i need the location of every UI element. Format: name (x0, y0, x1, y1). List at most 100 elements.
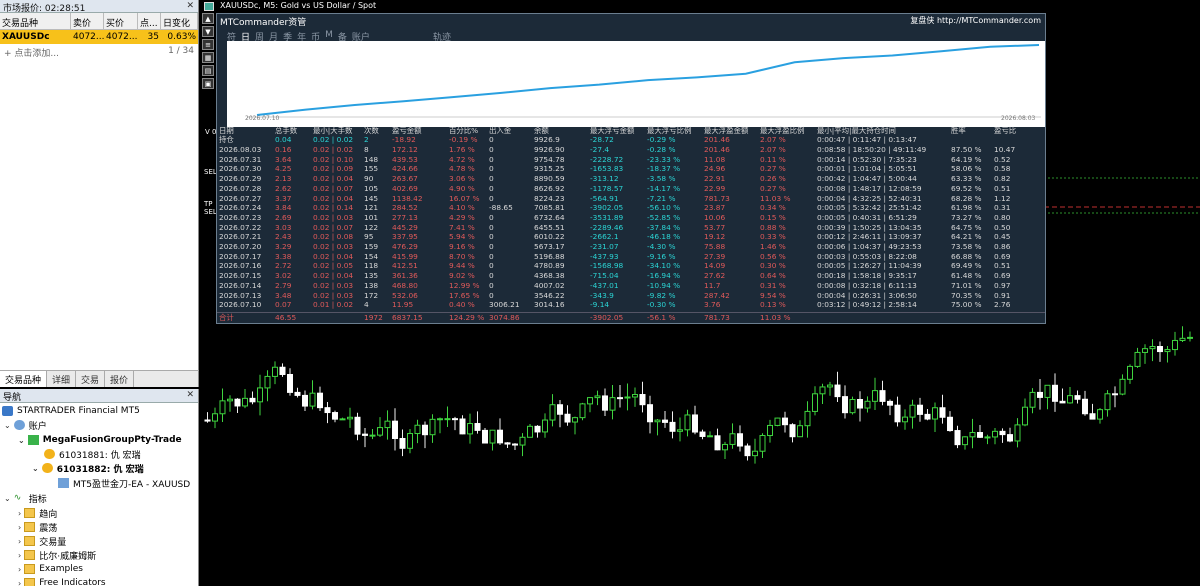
tab-ticks[interactable]: 报价 (105, 371, 135, 387)
folder-item[interactable]: › 趋向 (18, 506, 57, 520)
candle-body (1142, 348, 1148, 353)
candle-body (474, 423, 481, 431)
expert-advisor-item[interactable]: MT5盈世金刀-EA - XAUUSD (58, 476, 190, 490)
table-row: 2026.07.30 4.25 0.02 | 0.09 155 424.66 4.78 %… (217, 164, 1045, 173)
cell: 22.91 (704, 174, 726, 184)
close-icon[interactable]: ✕ (186, 1, 194, 11)
col-change[interactable]: 日变化 (161, 13, 198, 29)
tab-symbols[interactable]: 交易品种 (0, 371, 48, 387)
candle-body (422, 424, 428, 436)
symbol-row-xauusdc[interactable]: XAUUSDc 4072... 4072... 35 0.63% (0, 30, 198, 44)
folder-item[interactable]: › 比尔·威廉姆斯 (18, 548, 96, 562)
cell: 2026.08.03 (219, 145, 262, 154)
candle-body (639, 394, 646, 406)
server-item[interactable]: ⌄ MegaFusionGroupPty-Trade (18, 433, 182, 447)
cell: -88.65 (489, 203, 513, 213)
cell: 781.73 (704, 312, 730, 322)
equity-line (256, 44, 1040, 116)
grid-icon[interactable]: ▦ (202, 52, 214, 63)
tab-details[interactable]: 详细 (47, 371, 77, 387)
collapse-icon[interactable]: ⌄ (4, 494, 11, 503)
cell: 3.02 (275, 271, 292, 281)
cell: 2.13 (275, 174, 292, 184)
folder-icon (24, 564, 36, 574)
folder-item[interactable]: › Examples (18, 562, 83, 576)
cell: 0.86 (994, 242, 1011, 251)
cell: 73.58 % (951, 242, 982, 251)
list-icon[interactable]: ≡ (202, 39, 214, 50)
broker-label: STARTRADER Financial MT5 (17, 406, 140, 416)
col-symbol[interactable]: 交易品种 (0, 13, 71, 29)
cell: 14.09 (704, 261, 726, 271)
collapse-icon[interactable]: ⌄ (4, 421, 11, 430)
candle-body (804, 410, 811, 427)
calc-icon[interactable]: ▤ (202, 65, 214, 76)
cell: 201.46 (704, 145, 730, 154)
cell: 0.02 | 0.02 (313, 145, 354, 154)
collapse-icon[interactable]: ⌄ (18, 436, 25, 445)
cell: 0.56 % (760, 251, 786, 261)
cell: 2026.07.22 (219, 222, 262, 232)
cell: 0.31 % (760, 280, 786, 290)
cell: 61.98 % (951, 203, 982, 213)
col-bid[interactable]: 卖价 (71, 13, 104, 29)
cell: 0:00:14 | 0:52:30 | 7:35:23 (817, 154, 917, 164)
cell: 0.04 (275, 135, 292, 144)
expand-icon[interactable]: › (18, 551, 21, 560)
candle-body (557, 404, 563, 415)
sell-icon[interactable]: ▼ (202, 26, 214, 37)
broker-item[interactable]: STARTRADER Financial MT5 (2, 404, 140, 418)
cell: -1568.98 (590, 261, 624, 271)
candle-body (617, 397, 623, 400)
candle-body (924, 413, 931, 420)
cell: -7.21 % (647, 193, 676, 203)
cell: 0:00:05 | 5:32:42 | 25:51:42 (817, 203, 922, 213)
add-symbol-row[interactable]: + 点击添加... 1 / 34 (0, 44, 198, 59)
close-icon[interactable]: ✕ (186, 390, 194, 400)
candle-body (324, 407, 331, 414)
candle-body (782, 417, 788, 426)
cell: -437.01 (590, 280, 619, 290)
cell: 66.88 % (951, 251, 982, 261)
expand-icon[interactable]: › (18, 565, 21, 574)
expand-icon[interactable]: › (18, 523, 21, 532)
folder-label: 趋向 (39, 509, 58, 520)
cell: 138 (364, 280, 379, 290)
candle-body (549, 404, 556, 421)
cell: 3.48 (275, 290, 292, 300)
candle-body (587, 397, 593, 405)
table-row: 2026.07.10 0.07 0.01 | 0.02 4 11.95 0.40 % 300… (217, 300, 1045, 309)
col-ask[interactable]: 买价 (104, 13, 138, 29)
buy-icon[interactable]: ▲ (202, 13, 214, 24)
cell: 最小|平均|最大持仓时间 (817, 126, 896, 135)
candle-body (984, 436, 991, 439)
cell: 0.80 (994, 212, 1011, 222)
cell: 532.06 (392, 290, 418, 300)
cell: 3.76 (704, 300, 721, 310)
tab-trading[interactable]: 交易 (76, 371, 106, 387)
add-symbol-label[interactable]: + 点击添加... (4, 46, 59, 59)
folder-item[interactable]: › 交易量 (18, 534, 66, 548)
expand-icon[interactable]: › (18, 579, 21, 586)
col-spread[interactable]: 点... (138, 13, 161, 29)
accounts-item[interactable]: ⌄ 账户 (4, 418, 47, 432)
account-item[interactable]: 61031881: 仇 宏瑞 (44, 447, 141, 461)
folder-item[interactable]: › Free Indicators (18, 576, 106, 586)
account-item-active[interactable]: ⌄ 61031882: 仇 宏瑞 (32, 461, 144, 475)
expand-icon[interactable]: › (18, 537, 21, 546)
settings-icon[interactable]: ▣ (202, 78, 214, 89)
cell: 0 (489, 232, 494, 242)
cell: 154 (364, 251, 379, 261)
indicators-item[interactable]: ⌄ ∿ 指标 (4, 491, 47, 505)
cell: 63.33 % (951, 174, 982, 184)
table-row: 2026.07.31 3.64 0.02 | 0.10 148 439.53 4.72 %… (217, 155, 1045, 164)
cell: -2228.72 (590, 154, 624, 164)
candle-body (1149, 346, 1156, 350)
candle-body (999, 430, 1006, 436)
collapse-icon[interactable]: ⌄ (32, 464, 39, 473)
expand-icon[interactable]: › (18, 509, 21, 518)
folder-label: 震荡 (39, 523, 58, 534)
cell: 2026.07.21 (219, 232, 262, 242)
folder-item[interactable]: › 震荡 (18, 520, 57, 534)
website-link[interactable]: 复盘侠 http://MTCommander.com (910, 15, 1041, 26)
